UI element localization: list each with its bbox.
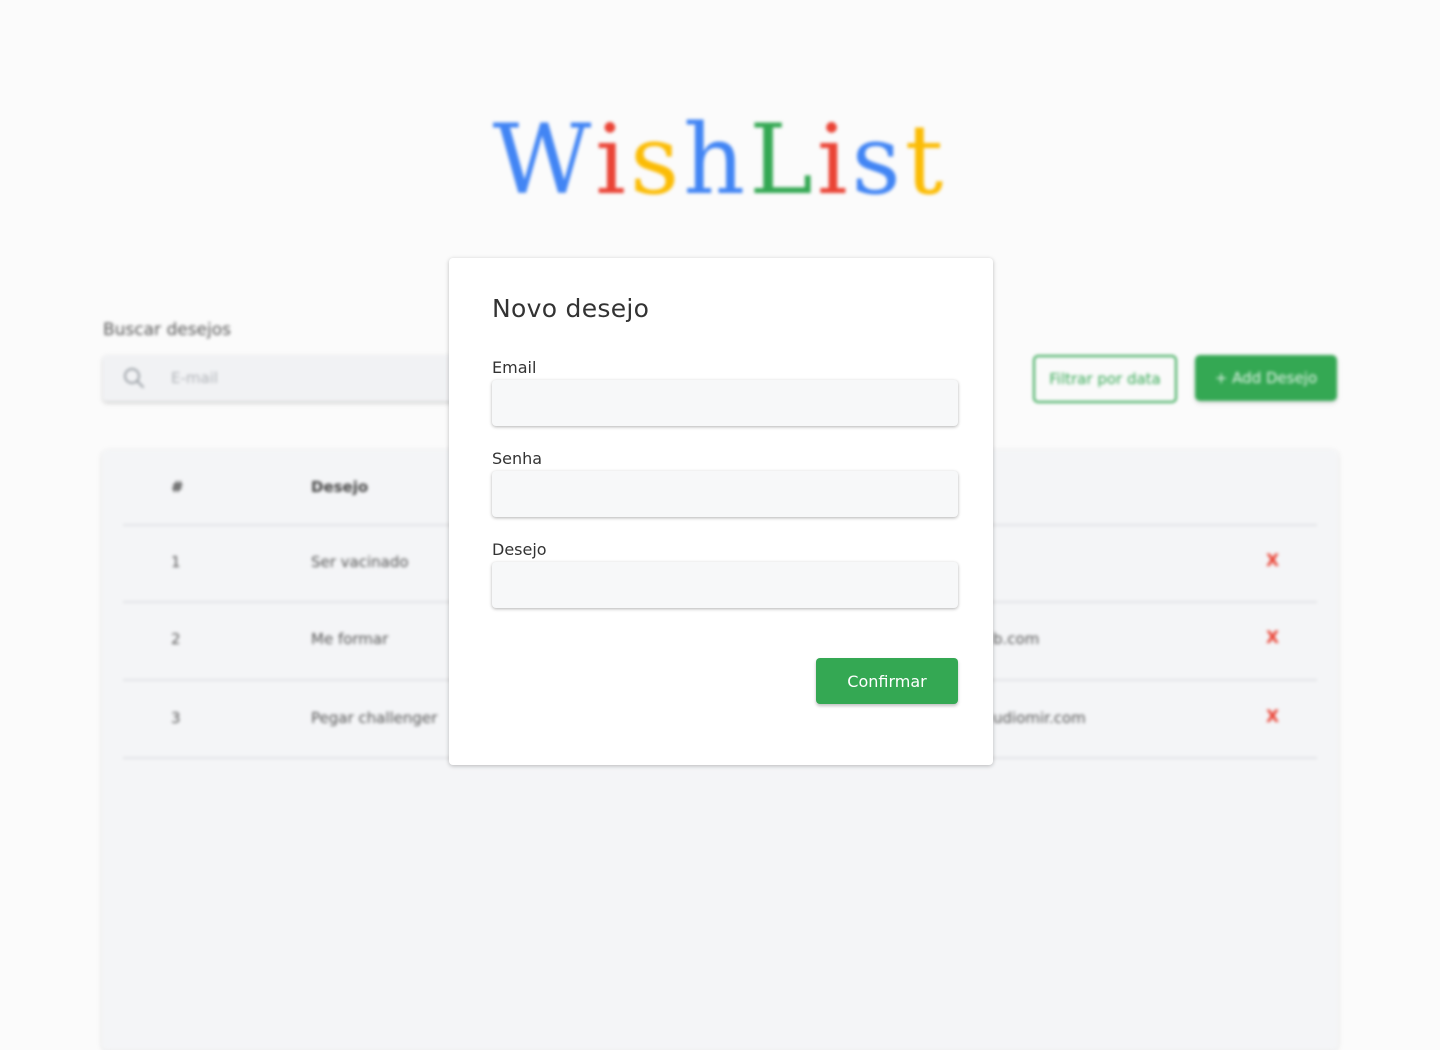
row-wish: Pegar challenger xyxy=(311,709,438,727)
wishlist-logo: WishList xyxy=(0,104,1440,216)
logo-letter: s xyxy=(629,104,684,216)
search-icon xyxy=(123,367,145,393)
wish-field[interactable] xyxy=(492,562,958,608)
password-label: Senha xyxy=(492,449,543,468)
confirm-button[interactable]: Confirmar xyxy=(816,658,958,704)
row-wish: Ser vacinado xyxy=(311,553,409,571)
row-index: 3 xyxy=(171,709,181,727)
delete-wish-button[interactable]: X xyxy=(1266,551,1279,571)
logo-letter: t xyxy=(904,104,948,216)
logo-letter: s xyxy=(851,104,905,216)
logo-letter: L xyxy=(749,104,817,216)
wish-label: Desejo xyxy=(492,540,547,559)
row-email: udiomir.com xyxy=(993,709,1086,727)
row-index: 1 xyxy=(171,553,181,571)
column-header-index: # xyxy=(171,478,184,496)
logo-letter: i xyxy=(816,104,852,216)
search-input[interactable]: E-mail xyxy=(103,355,483,401)
delete-wish-button[interactable]: X xyxy=(1266,628,1279,648)
delete-wish-button[interactable]: X xyxy=(1266,707,1279,727)
add-wish-button[interactable]: + Add Desejo xyxy=(1195,355,1337,401)
row-index: 2 xyxy=(171,630,181,648)
search-label: Buscar desejos xyxy=(103,320,231,340)
search-placeholder: E-mail xyxy=(171,369,219,387)
logo-letter: W xyxy=(492,104,596,216)
logo-letter: i xyxy=(595,104,630,216)
column-header-wish: Desejo xyxy=(311,478,369,496)
new-wish-modal: Novo desejo Email Senha Desejo Confirmar xyxy=(449,258,993,765)
modal-title: Novo desejo xyxy=(492,294,650,323)
password-field[interactable] xyxy=(492,471,958,517)
email-field[interactable] xyxy=(492,380,958,426)
email-label: Email xyxy=(492,358,537,377)
row-email: b.com xyxy=(993,630,1040,648)
filter-by-date-button[interactable]: Filtrar por data xyxy=(1033,355,1177,403)
logo-letter: h xyxy=(683,104,750,216)
row-wish: Me formar xyxy=(311,630,389,648)
